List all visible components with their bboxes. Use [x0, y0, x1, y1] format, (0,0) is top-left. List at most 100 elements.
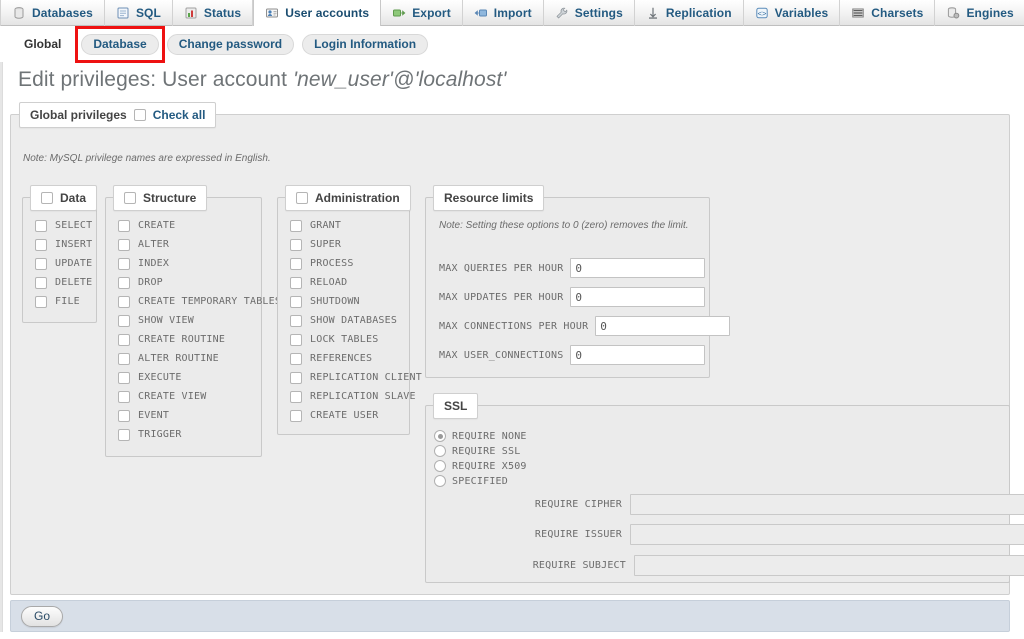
data-privilege-row[interactable]: INSERT — [23, 235, 96, 254]
structure-privilege-row[interactable]: SHOW VIEW — [106, 311, 261, 330]
structure-privilege-row[interactable]: INDEX — [106, 254, 261, 273]
administration-privilege-checkbox[interactable] — [290, 257, 302, 270]
structure-privilege-row[interactable]: EXECUTE — [106, 368, 261, 387]
ssl-radio-row[interactable]: REQUIRE NONE — [434, 430, 527, 442]
structure-privilege-checkbox[interactable] — [118, 333, 130, 346]
data-privilege-row[interactable]: SELECT — [23, 216, 96, 235]
ssl-radio-button[interactable] — [434, 460, 446, 472]
nav-tab-replication[interactable]: Replication — [635, 0, 744, 26]
structure-privilege-row[interactable]: DROP — [106, 273, 261, 292]
administration-privilege-row[interactable]: CREATE USER — [278, 406, 409, 425]
ssl-text-input[interactable] — [630, 524, 1024, 545]
administration-privilege-row[interactable]: GRANT — [278, 216, 409, 235]
structure-privilege-checkbox[interactable] — [118, 314, 130, 327]
administration-privilege-checkbox[interactable] — [290, 409, 302, 422]
structure-privilege-row[interactable]: CREATE — [106, 216, 261, 235]
check-all-checkbox[interactable] — [133, 109, 146, 121]
administration-privilege-checkbox[interactable] — [290, 333, 302, 346]
ssl-radio-row[interactable]: REQUIRE SSL — [434, 445, 520, 457]
nav-tab-databases[interactable]: Databases — [0, 0, 105, 26]
data-privilege-checkbox[interactable] — [35, 219, 47, 232]
data-privilege-checkbox[interactable] — [35, 257, 47, 270]
administration-privilege-row[interactable]: LOCK TABLES — [278, 330, 409, 349]
data-privilege-checkbox[interactable] — [35, 238, 47, 251]
ssl-text-input[interactable] — [630, 494, 1024, 515]
nav-tab-engines[interactable]: Engines — [935, 0, 1024, 26]
administration-privilege-checkbox[interactable] — [290, 390, 302, 403]
structure-privilege-row[interactable]: EVENT — [106, 406, 261, 425]
administration-privilege-checkbox[interactable] — [290, 352, 302, 365]
replication-icon — [646, 6, 660, 20]
ssl-radio-button[interactable] — [434, 475, 446, 487]
administration-privilege-label: SHUTDOWN — [310, 296, 360, 307]
structure-privilege-checkbox[interactable] — [118, 276, 130, 289]
subtab-database[interactable]: Database — [81, 33, 159, 55]
nav-tab-label: SQL — [135, 6, 161, 20]
structure-privilege-checkbox[interactable] — [118, 428, 130, 441]
resource-limit-input[interactable] — [570, 287, 706, 307]
structure-privilege-row[interactable]: CREATE TEMPORARY TABLES — [106, 292, 281, 311]
administration-privilege-label: RELOAD — [310, 277, 348, 288]
data-fieldset-legend-label: Data — [60, 191, 87, 205]
nav-tab-export[interactable]: Export — [381, 0, 463, 26]
data-privilege-row[interactable]: UPDATE — [23, 254, 96, 273]
structure-privilege-checkbox[interactable] — [118, 409, 130, 422]
nav-tab-import[interactable]: Import — [463, 0, 544, 26]
administration-privilege-row[interactable]: SUPER — [278, 235, 409, 254]
go-button[interactable]: Go — [21, 605, 64, 627]
global-privileges-legend: Global privileges Check all — [19, 102, 217, 128]
administration-privilege-row[interactable]: PROCESS — [278, 254, 409, 273]
data-privilege-row[interactable]: DELETE — [23, 273, 96, 292]
administration-privilege-checkbox[interactable] — [290, 314, 302, 327]
structure-privilege-row[interactable]: TRIGGER — [106, 425, 261, 444]
nav-tab-variables[interactable]: <> Variables — [744, 0, 841, 26]
structure-privilege-checkbox[interactable] — [118, 390, 130, 403]
structure-check-all-checkbox[interactable] — [124, 192, 136, 204]
structure-privilege-checkbox[interactable] — [118, 238, 130, 251]
check-all-label[interactable]: Check all — [153, 108, 206, 122]
ssl-radio-row[interactable]: REQUIRE X509 — [434, 460, 527, 472]
ssl-text-input[interactable] — [634, 555, 1024, 576]
structure-privilege-row[interactable]: CREATE ROUTINE — [106, 330, 261, 349]
ssl-fieldset: SSL REQUIRE NONE REQUIRE SSL REQUIRE X509 S… — [425, 393, 1024, 583]
nav-tab-user-accounts[interactable]: User accounts — [253, 0, 382, 26]
nav-tab-sql[interactable]: SQL — [105, 0, 173, 26]
ssl-radio-row[interactable]: SPECIFIED — [434, 475, 508, 487]
structure-privilege-checkbox[interactable] — [118, 371, 130, 384]
structure-privilege-checkbox[interactable] — [118, 219, 130, 232]
administration-check-all-checkbox[interactable] — [296, 192, 308, 204]
subtab-change-password[interactable]: Change password — [166, 33, 295, 55]
ssl-radio-button[interactable] — [434, 430, 446, 442]
structure-privilege-row[interactable]: ALTER ROUTINE — [106, 349, 261, 368]
ssl-radio-button[interactable] — [434, 445, 446, 457]
structure-privilege-row[interactable]: CREATE VIEW — [106, 387, 261, 406]
administration-privilege-row[interactable]: SHOW DATABASES — [278, 311, 409, 330]
data-check-all-checkbox[interactable] — [41, 192, 53, 204]
subtab-login-information[interactable]: Login Information — [302, 33, 429, 55]
nav-tab-settings[interactable]: Settings — [544, 0, 635, 26]
structure-privilege-checkbox[interactable] — [118, 257, 130, 270]
nav-tab-charsets[interactable]: Charsets — [840, 0, 936, 26]
administration-privilege-row[interactable]: REPLICATION CLIENT — [278, 368, 422, 387]
administration-privilege-checkbox[interactable] — [290, 276, 302, 289]
administration-privilege-row[interactable]: SHUTDOWN — [278, 292, 409, 311]
administration-privilege-checkbox[interactable] — [290, 219, 302, 232]
data-privilege-row[interactable]: FILE — [23, 292, 96, 311]
administration-privilege-row[interactable]: RELOAD — [278, 273, 409, 292]
administration-privilege-checkbox[interactable] — [290, 295, 302, 308]
administration-privilege-row[interactable]: REFERENCES — [278, 349, 409, 368]
administration-privilege-row[interactable]: REPLICATION SLAVE — [278, 387, 416, 406]
administration-privilege-checkbox[interactable] — [290, 371, 302, 384]
resource-limit-input[interactable] — [570, 258, 706, 278]
nav-tab-status[interactable]: Status — [173, 0, 254, 26]
data-privilege-checkbox[interactable] — [35, 276, 47, 289]
nav-tab-label: Import — [493, 6, 532, 20]
resource-limit-input[interactable] — [595, 316, 731, 336]
structure-privilege-checkbox[interactable] — [118, 352, 130, 365]
subtab-global[interactable]: Global — [12, 33, 74, 55]
resource-limit-input[interactable] — [570, 345, 706, 365]
structure-privilege-checkbox[interactable] — [118, 295, 130, 308]
data-privilege-checkbox[interactable] — [35, 295, 47, 308]
administration-privilege-checkbox[interactable] — [290, 238, 302, 251]
structure-privilege-row[interactable]: ALTER — [106, 235, 261, 254]
